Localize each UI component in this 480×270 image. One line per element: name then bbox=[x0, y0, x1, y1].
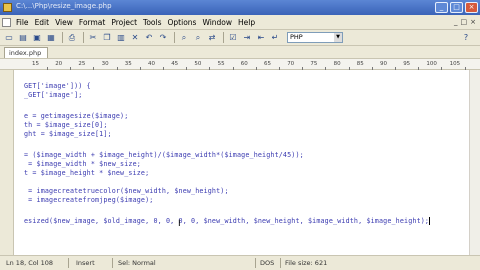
undo-icon[interactable]: ↶ bbox=[143, 32, 155, 44]
window-controls: _ □ × bbox=[435, 2, 478, 13]
delete-icon[interactable]: ✕ bbox=[129, 32, 141, 44]
toolbar: ▭ ▤ ▣ ▦ ⎙ ✂ ❐ ▥ ✕ ↶ ↷ ⌕ ⌕ ⇄ ☑ ⇥ ⇤ ↵ PHP … bbox=[0, 30, 480, 46]
ruler-label: 15 bbox=[32, 61, 39, 67]
code-line: th = $image_size[0]; bbox=[24, 121, 108, 129]
title-bar: C:\...\Php\resize_image.php _ □ × bbox=[0, 0, 480, 15]
code-line: ght = $image_size[1]; bbox=[24, 130, 112, 138]
menu-file[interactable]: File bbox=[16, 18, 29, 27]
ruler-label: 50 bbox=[194, 61, 202, 67]
window-title: C:\...\Php\resize_image.php bbox=[16, 2, 112, 10]
document-window-controls: _ □ × bbox=[454, 18, 476, 26]
line-ending-format: DOS bbox=[260, 259, 275, 267]
editor-gutter bbox=[0, 70, 14, 255]
new-file-icon[interactable]: ▭ bbox=[3, 32, 15, 44]
selection-mode: Sel: Normal bbox=[118, 259, 156, 267]
help-icon[interactable]: ? bbox=[460, 32, 472, 44]
save-all-icon[interactable]: ▦ bbox=[45, 32, 57, 44]
find-icon[interactable]: ⌕ bbox=[178, 32, 190, 44]
minimize-button[interactable]: _ bbox=[435, 2, 448, 13]
indent-icon[interactable]: ⇥ bbox=[241, 32, 253, 44]
ruler-label: 40 bbox=[148, 61, 155, 67]
doc-minimize-button[interactable]: _ bbox=[454, 18, 458, 26]
chevron-down-icon: ▼ bbox=[334, 33, 342, 42]
menu-tools[interactable]: Tools bbox=[143, 18, 161, 27]
status-bar: Ln 18, Col 108 Insert Sel: Normal DOS Fi… bbox=[0, 255, 480, 270]
copy-icon[interactable]: ❐ bbox=[101, 32, 113, 44]
file-size: File size: 621 bbox=[285, 259, 328, 267]
menu-help[interactable]: Help bbox=[238, 18, 255, 27]
print-icon[interactable]: ⎙ bbox=[66, 32, 78, 44]
menu-bar: File Edit View Format Project Tools Opti… bbox=[0, 15, 480, 30]
redo-icon[interactable]: ↷ bbox=[157, 32, 169, 44]
outdent-icon[interactable]: ⇤ bbox=[255, 32, 267, 44]
language-select-value: PHP bbox=[290, 33, 303, 41]
code-line: GET['image'])) { bbox=[24, 82, 91, 90]
toolbar-separator bbox=[62, 32, 63, 43]
code-line: = $image_width * $new_size; bbox=[24, 160, 141, 168]
vertical-scrollbar[interactable] bbox=[469, 70, 480, 255]
ruler-label: 55 bbox=[217, 61, 225, 67]
toolbar-separator bbox=[83, 32, 84, 43]
find-next-icon[interactable]: ⌕ bbox=[192, 32, 204, 44]
doc-close-button[interactable]: × bbox=[470, 18, 476, 26]
ruler-label: 105 bbox=[449, 61, 461, 67]
open-folder-icon[interactable]: ▤ bbox=[17, 32, 29, 44]
ruler-label: 65 bbox=[264, 61, 271, 67]
paste-icon[interactable]: ▥ bbox=[115, 32, 127, 44]
insert-mode: Insert bbox=[76, 259, 95, 267]
status-separator bbox=[255, 258, 256, 268]
menu-options[interactable]: Options bbox=[168, 18, 197, 27]
cut-icon[interactable]: ✂ bbox=[87, 32, 99, 44]
language-select[interactable]: PHP ▼ bbox=[287, 32, 343, 43]
status-separator bbox=[280, 258, 281, 268]
toolbar-separator bbox=[223, 32, 224, 43]
tab-index-php[interactable]: index.php bbox=[4, 47, 48, 58]
ruler-label: 45 bbox=[171, 61, 179, 67]
ruler-label: 35 bbox=[124, 61, 132, 67]
ruler-label: 85 bbox=[356, 61, 364, 67]
ruler-label: 25 bbox=[78, 61, 86, 67]
save-icon[interactable]: ▣ bbox=[31, 32, 43, 44]
doc-restore-button[interactable]: □ bbox=[461, 18, 468, 26]
maximize-button[interactable]: □ bbox=[450, 2, 463, 13]
cursor-position: Ln 18, Col 108 bbox=[6, 259, 54, 267]
close-button[interactable]: × bbox=[465, 2, 478, 13]
tab-strip: index.php bbox=[0, 46, 480, 58]
replace-icon[interactable]: ⇄ bbox=[206, 32, 218, 44]
app-icon bbox=[3, 3, 12, 12]
code-line: _GET['image']; bbox=[24, 91, 83, 99]
ruler-label: 20 bbox=[55, 61, 63, 67]
ruler-label: 60 bbox=[240, 61, 248, 67]
code-editor[interactable]: GET['image'])) { _GET['image']; e = geti… bbox=[14, 70, 469, 255]
menu-edit[interactable]: Edit bbox=[35, 18, 50, 27]
column-ruler: 15 20 25 30 35 40 45 50 55 60 65 70 75 80 85 90 95 100 105 bbox=[0, 58, 480, 70]
document-icon bbox=[2, 17, 11, 27]
ruler-label: 95 bbox=[403, 61, 411, 67]
ruler-label: 100 bbox=[426, 61, 437, 67]
ruler-label: 75 bbox=[310, 61, 318, 67]
code-line: = imagecreatefromjpeg($image); bbox=[24, 196, 154, 204]
code-line-current: esized($new_image, $old_image, 0, 0, 0, … bbox=[24, 217, 430, 225]
ruler-label: 70 bbox=[287, 61, 295, 67]
toolbar-separator bbox=[174, 32, 175, 43]
status-separator bbox=[68, 258, 69, 268]
code-line: = ($image_width + $image_height)/($image… bbox=[24, 151, 304, 159]
menu-project[interactable]: Project bbox=[111, 18, 137, 27]
text-cursor-icon: I bbox=[178, 219, 181, 229]
ruler-label: 30 bbox=[101, 61, 109, 67]
status-separator bbox=[112, 258, 113, 268]
word-wrap-icon[interactable]: ↵ bbox=[269, 32, 281, 44]
bookmark-icon[interactable]: ☑ bbox=[227, 32, 239, 44]
code-line: t = $image_height * $new_size; bbox=[24, 169, 150, 177]
ruler-label: 80 bbox=[333, 61, 341, 67]
code-line: = imagecreatetruecolor($new_width, $new_… bbox=[24, 187, 229, 195]
ruler-label: 90 bbox=[380, 61, 387, 67]
menu-format[interactable]: Format bbox=[79, 18, 105, 27]
code-line: e = getimagesize($image); bbox=[24, 112, 129, 120]
menu-window[interactable]: Window bbox=[202, 18, 232, 27]
menu-view[interactable]: View bbox=[55, 18, 73, 27]
